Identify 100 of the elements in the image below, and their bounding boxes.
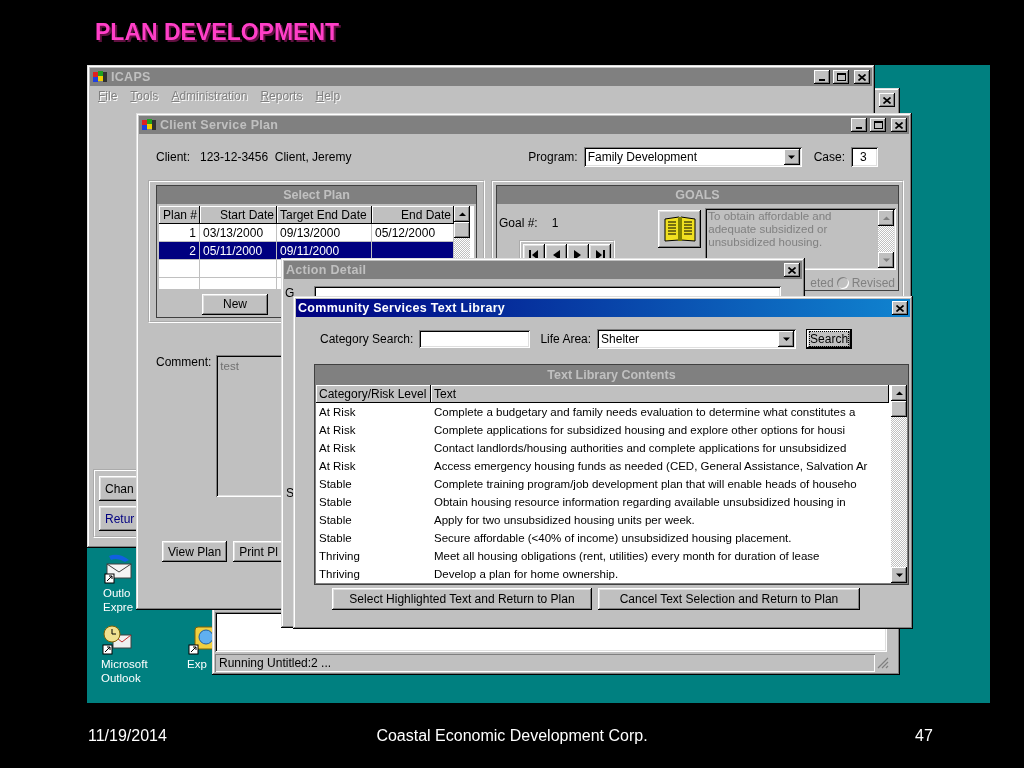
field-label: Case: xyxy=(813,150,845,164)
desktop-icon-label[interactable]: Microsoft Outlook xyxy=(101,657,148,685)
column-header[interactable]: Start Date xyxy=(200,206,277,224)
footer-organization: Coastal Economic Development Corp. xyxy=(375,726,649,745)
column-header[interactable]: Target End Date xyxy=(277,206,372,224)
column-header[interactable]: Plan # xyxy=(159,206,200,224)
radio-button[interactable] xyxy=(836,277,849,289)
case-field[interactable]: 3 xyxy=(851,147,878,167)
table-cell-text: Complete applications for subsidized housing and explore other options for housi xyxy=(433,423,847,438)
table-row[interactable]: Stable Complete training program/job development plan that will enable heads of househo xyxy=(316,475,891,493)
scrollbar[interactable] xyxy=(891,385,907,583)
table-cell-text: Secure affordable (<40% of income) unsubsidized housing placement. xyxy=(433,531,793,546)
table-cell-text: Develop a plan for home ownership. xyxy=(433,567,620,582)
table-row[interactable]: At Risk Access emergency housing funds as needed (CED, General Assistance, Salvation Ar xyxy=(316,457,891,475)
field-label: Client: xyxy=(156,150,190,164)
table-row[interactable]: At Risk Complete applications for subsidized housing and explore other options for housi xyxy=(316,421,891,439)
table-cell-text: Complete a budgetary and family needs evaluation to determine what constitutes a xyxy=(433,405,857,420)
field-label: Comment: xyxy=(156,355,212,371)
table-cell-text: Stable xyxy=(318,531,353,546)
field-label: Goal #: xyxy=(499,216,538,230)
field-label: Life Area: xyxy=(540,332,592,346)
clock-envelope-icon xyxy=(101,623,133,655)
window-title: Community Services Text Library xyxy=(298,301,506,315)
table-cell: 2 xyxy=(159,242,200,260)
desktop-icon-label[interactable]: Outlo Expre xyxy=(103,586,134,614)
print-button[interactable]: Print Pl xyxy=(233,541,284,562)
close-button[interactable] xyxy=(854,70,870,84)
window-title: Client Service Plan xyxy=(160,118,279,132)
table-cell: 05/11/2000 xyxy=(200,242,277,260)
panel-header: GOALS xyxy=(497,186,898,204)
search-button[interactable]: Search xyxy=(806,329,853,349)
scroll-up-icon xyxy=(881,214,891,222)
scroll-thumb[interactable] xyxy=(454,222,470,238)
table-cell-text: Thriving xyxy=(318,549,361,564)
panel-header: Select Plan xyxy=(157,186,476,204)
scrollbar[interactable] xyxy=(878,210,894,268)
scroll-up-icon xyxy=(894,389,904,397)
column-header[interactable]: Text xyxy=(431,385,889,403)
table-cell-text: Apply for two unsubsidized housing units per week. xyxy=(433,513,696,528)
table-row[interactable]: Thriving Develop a plan for home ownership. xyxy=(316,565,891,583)
table-cell-text: Meet all housing obligations (rent, utilities) every month for duration of lease xyxy=(433,549,821,564)
scroll-down-icon xyxy=(894,571,904,579)
program-dropdown[interactable]: Family Development xyxy=(583,147,802,167)
app-icon xyxy=(141,118,157,132)
table-cell-text: Stable xyxy=(318,495,353,510)
scroll-up-icon xyxy=(457,210,467,218)
table-cell-text: At Risk xyxy=(318,459,357,474)
table-cell-text: Thriving xyxy=(318,567,361,582)
scroll-thumb[interactable] xyxy=(891,401,907,417)
cancel-button[interactable]: Cancel Text Selection and Return to Plan xyxy=(598,588,860,610)
close-button[interactable] xyxy=(879,93,895,107)
resize-grip-icon xyxy=(877,657,889,669)
option-label: eted xyxy=(810,276,834,290)
field-label: S xyxy=(286,486,294,500)
table-row[interactable]: Stable Apply for two unsubsidized housing units per week. xyxy=(316,511,891,529)
life-area-dropdown[interactable]: Shelter xyxy=(597,329,797,349)
table-row[interactable]: Stable Obtain housing resource information regarding available unsubsidized housing in xyxy=(316,493,891,511)
book-icon xyxy=(662,215,697,243)
view-plan-button[interactable]: View Plan xyxy=(162,541,228,562)
slide-title: PLAN DEVELOPMENT xyxy=(95,19,340,45)
field-label: Category Search: xyxy=(320,332,414,346)
table-row[interactable]: At Risk Contact landlords/housing authorities and complete applications for unsubsidized xyxy=(316,439,891,457)
table-cell-text: At Risk xyxy=(318,423,357,438)
column-header[interactable]: End Date xyxy=(372,206,454,224)
desktop-icon-label[interactable]: Exp xyxy=(187,657,207,671)
category-search-field[interactable] xyxy=(419,330,531,348)
maximize-button[interactable] xyxy=(870,118,886,132)
table-row[interactable]: 2 05/11/2000 09/11/2000 xyxy=(159,242,454,260)
column-header[interactable]: Category/Risk Level xyxy=(316,385,431,403)
table-row[interactable]: Thriving Meet all housing obligations (rent, utilities) every month for duration of lease xyxy=(316,547,891,565)
minimize-button[interactable] xyxy=(814,70,830,84)
close-icon xyxy=(895,121,903,129)
table-cell-text: Stable xyxy=(318,513,353,528)
table-row[interactable]: At Risk Complete a budgetary and family needs evaluation to determine what constitutes a xyxy=(316,403,891,421)
table-cell-text: Obtain housing resource information regarding available unsubsidized housing in xyxy=(433,495,847,510)
app-icon xyxy=(92,70,108,84)
field-label: G xyxy=(285,286,295,300)
close-button[interactable] xyxy=(891,118,907,132)
close-button[interactable] xyxy=(784,263,800,277)
new-button[interactable]: New xyxy=(202,293,268,315)
library-button[interactable] xyxy=(658,210,702,248)
table-row[interactable]: Stable Secure affordable (<40% of income) unsubsidized housing placement. xyxy=(316,529,891,547)
close-icon xyxy=(896,304,904,312)
window-title: Action Detail xyxy=(286,263,367,277)
table-cell-text: Access emergency housing funds as needed (CED, General Assistance, Salvation Ar xyxy=(433,459,869,474)
minimize-button[interactable] xyxy=(851,118,867,132)
envelope-icon xyxy=(103,552,135,584)
table-cell-text: Complete training program/job development plan that will enable heads of househo xyxy=(433,477,858,492)
close-button[interactable] xyxy=(892,301,908,315)
select-button[interactable]: Select Highlighted Text and Return to Plan xyxy=(332,588,592,610)
caret-icon xyxy=(781,335,791,343)
option-label: Revised xyxy=(851,276,895,290)
status-bar: Running Untitled:2 ... xyxy=(215,654,875,672)
table-cell-text: Contact landlords/housing authorities and complete applications for unsubsidized xyxy=(433,441,848,456)
window-title: ICAPS xyxy=(111,70,151,84)
maximize-button[interactable] xyxy=(833,70,849,84)
caret-icon xyxy=(787,153,797,161)
maximize-icon xyxy=(836,73,846,81)
empty-table-cell xyxy=(159,260,200,278)
scroll-down-icon xyxy=(881,256,891,264)
